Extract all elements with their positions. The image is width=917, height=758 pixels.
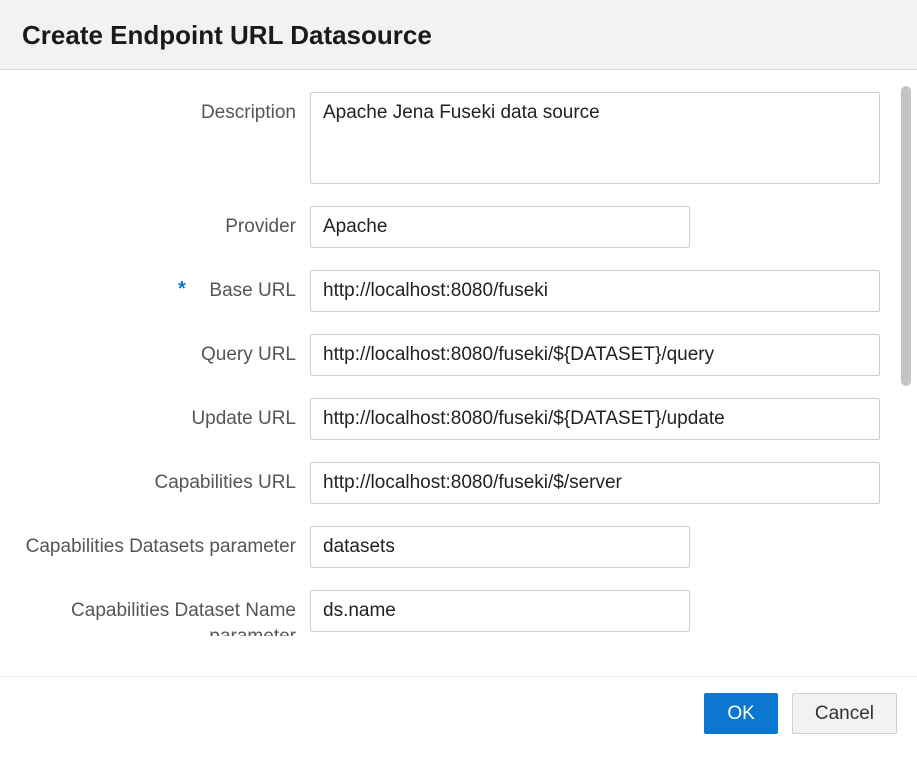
label-capabilities-url: Capabilities URL [10,462,310,496]
label-update-url: Update URL [10,398,310,432]
cancel-button[interactable]: Cancel [792,693,897,734]
dialog-footer: OK Cancel [0,676,917,758]
create-endpoint-dialog: Create Endpoint URL Datasource Descripti… [0,0,917,758]
row-update-url: Update URL [10,398,885,440]
base-url-input[interactable] [310,270,880,312]
row-description: Description [10,92,885,184]
dialog-header: Create Endpoint URL Datasource [0,0,917,70]
dialog-body: Description Provider * Base URL [0,70,917,676]
update-url-input[interactable] [310,398,880,440]
row-cap-dataset-name-param: Capabilities Dataset Name parameter [10,590,885,636]
description-textarea[interactable] [310,92,880,184]
dialog-title: Create Endpoint URL Datasource [22,20,895,51]
label-base-url: * Base URL [10,270,310,304]
capabilities-url-input[interactable] [310,462,880,504]
label-cap-dataset-name-param: Capabilities Dataset Name parameter [10,590,310,636]
row-base-url: * Base URL [10,270,885,312]
row-cap-datasets-param: Capabilities Datasets parameter [10,526,885,568]
label-base-url-text: Base URL [209,280,296,301]
query-url-input[interactable] [310,334,880,376]
label-cap-datasets-param: Capabilities Datasets parameter [10,526,310,560]
scrollbar-thumb[interactable] [901,86,911,386]
row-query-url: Query URL [10,334,885,376]
label-query-url: Query URL [10,334,310,368]
cap-dataset-name-param-input[interactable] [310,590,690,632]
row-capabilities-url: Capabilities URL [10,462,885,504]
label-provider: Provider [10,206,310,240]
provider-input[interactable] [310,206,690,248]
form-area: Description Provider * Base URL [0,70,895,676]
required-star-icon: * [178,276,186,303]
row-provider: Provider [10,206,885,248]
cap-datasets-param-input[interactable] [310,526,690,568]
scrollbar-track[interactable] [901,86,911,476]
ok-button[interactable]: OK [704,693,777,734]
label-description: Description [10,92,310,126]
